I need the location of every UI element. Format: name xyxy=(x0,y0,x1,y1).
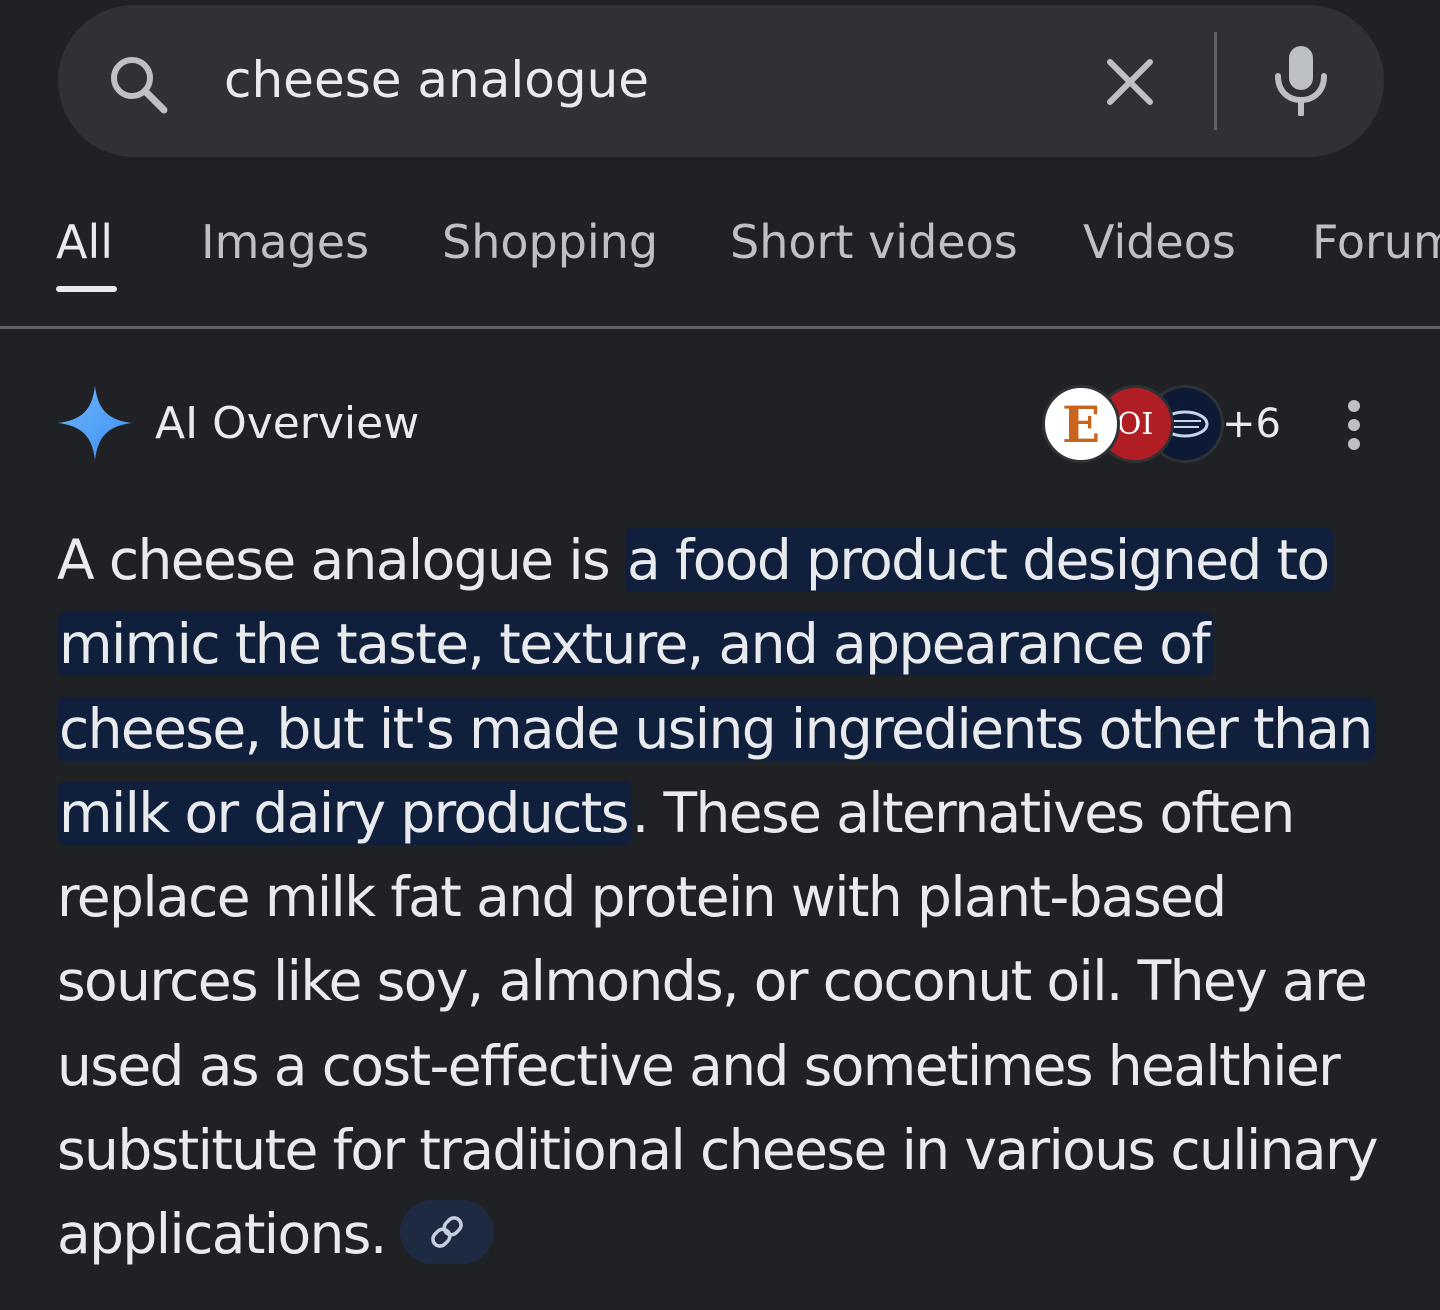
source-link-button[interactable] xyxy=(399,1200,494,1265)
ai-overview-answer: A cheese analogue is a food product desi… xyxy=(57,518,1397,1277)
search-input[interactable] xyxy=(224,40,1044,120)
more-options-icon[interactable] xyxy=(1334,398,1374,452)
ai-overview-title: AI Overview xyxy=(155,398,420,449)
answer-rest: . These alternatives often replace milk … xyxy=(57,780,1379,1267)
search-tabs: All Images Shopping Short videos Videos … xyxy=(0,190,1440,329)
close-icon[interactable] xyxy=(1102,54,1158,110)
link-icon xyxy=(430,1216,463,1249)
answer-intro: A cheese analogue is xyxy=(57,528,625,592)
source-logo-e: E xyxy=(1042,385,1120,463)
tab-all[interactable]: All xyxy=(56,210,113,274)
microphone-icon[interactable] xyxy=(1272,44,1330,116)
sparkle-icon xyxy=(58,386,132,460)
active-tab-indicator xyxy=(56,286,117,292)
tab-shopping[interactable]: Shopping xyxy=(442,210,658,274)
tab-videos[interactable]: Videos xyxy=(1083,210,1236,274)
source-avatars[interactable]: E OI xyxy=(1042,385,1224,463)
search-bar-divider xyxy=(1214,32,1217,130)
search-icon[interactable] xyxy=(106,52,170,116)
tab-short-videos[interactable]: Short videos xyxy=(730,210,1018,274)
source-count[interactable]: +6 xyxy=(1222,396,1281,452)
tab-forum[interactable]: Forum xyxy=(1312,210,1440,274)
tab-images[interactable]: Images xyxy=(201,210,369,274)
